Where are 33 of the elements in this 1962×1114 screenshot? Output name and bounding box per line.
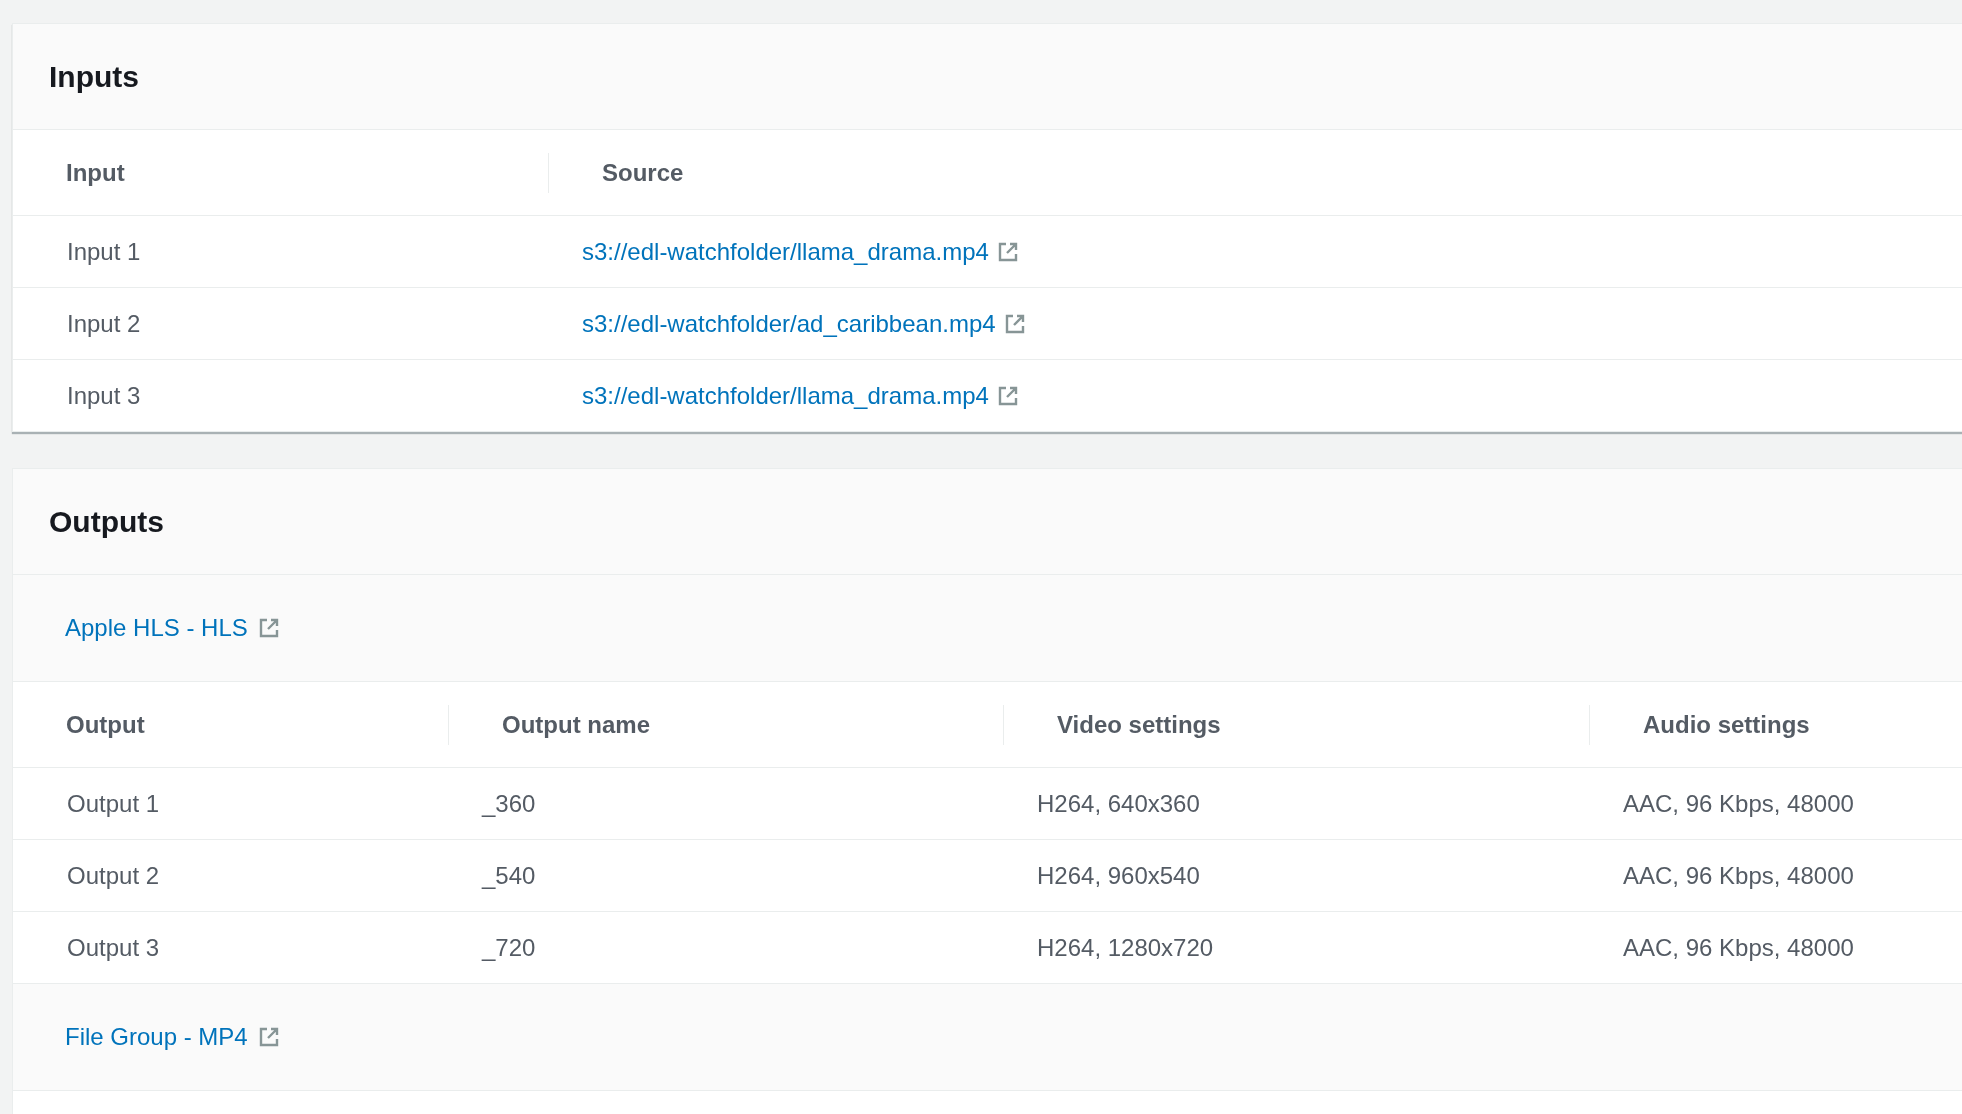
output-group-link[interactable]: File Group - MP4 — [65, 1023, 248, 1051]
column-header: Video settings — [1057, 710, 1221, 739]
column-header: Output — [66, 710, 145, 739]
table-cell-text: AAC, 96 Kbps, 48000 — [1622, 933, 1855, 962]
output-group-link[interactable]: Apple HLS - HLS — [65, 614, 248, 642]
source-link[interactable]: s3://edl-watchfolder/llama_drama.mp4 — [582, 381, 989, 410]
table-cell-text: Output 2 — [66, 861, 161, 890]
column-header: Audio settings — [1643, 710, 1810, 739]
table-cell-text: _540 — [480, 861, 537, 890]
column-header: Input — [66, 158, 125, 187]
panel-title: Inputs — [49, 59, 139, 94]
source-link[interactable]: s3://edl-watchfolder/ad_caribbean.mp4 — [582, 309, 996, 338]
table-cell-text: Input 2 — [66, 309, 142, 338]
table-cell-text: Output 3 — [66, 933, 161, 962]
table-cell-text: Input 1 — [66, 237, 142, 266]
table-cell-text: H264, 960x540 — [1036, 861, 1201, 890]
table-cell-text: Output 1 — [66, 789, 161, 818]
external-link-icon — [1003, 312, 1026, 335]
column-header: Source — [602, 158, 684, 187]
panel-title: Outputs — [49, 504, 164, 539]
table-cell-text: H264, 1280x720 — [1036, 933, 1215, 962]
table-cell-text: AAC, 96 Kbps, 48000 — [1622, 861, 1855, 890]
external-link-icon — [996, 240, 1019, 263]
table-cell-text: _720 — [480, 933, 537, 962]
table-cell-text: AAC, 96 Kbps, 48000 — [1622, 789, 1855, 818]
external-link-icon — [257, 1026, 280, 1048]
table-cell-text: _360 — [480, 789, 537, 818]
column-header: Output name — [502, 710, 650, 739]
external-link-icon — [996, 384, 1019, 407]
source-link[interactable]: s3://edl-watchfolder/llama_drama.mp4 — [582, 237, 989, 266]
external-link-icon — [257, 617, 280, 639]
table-cell-text: Input 3 — [66, 381, 142, 410]
table-cell-text: H264, 640x360 — [1036, 789, 1201, 818]
